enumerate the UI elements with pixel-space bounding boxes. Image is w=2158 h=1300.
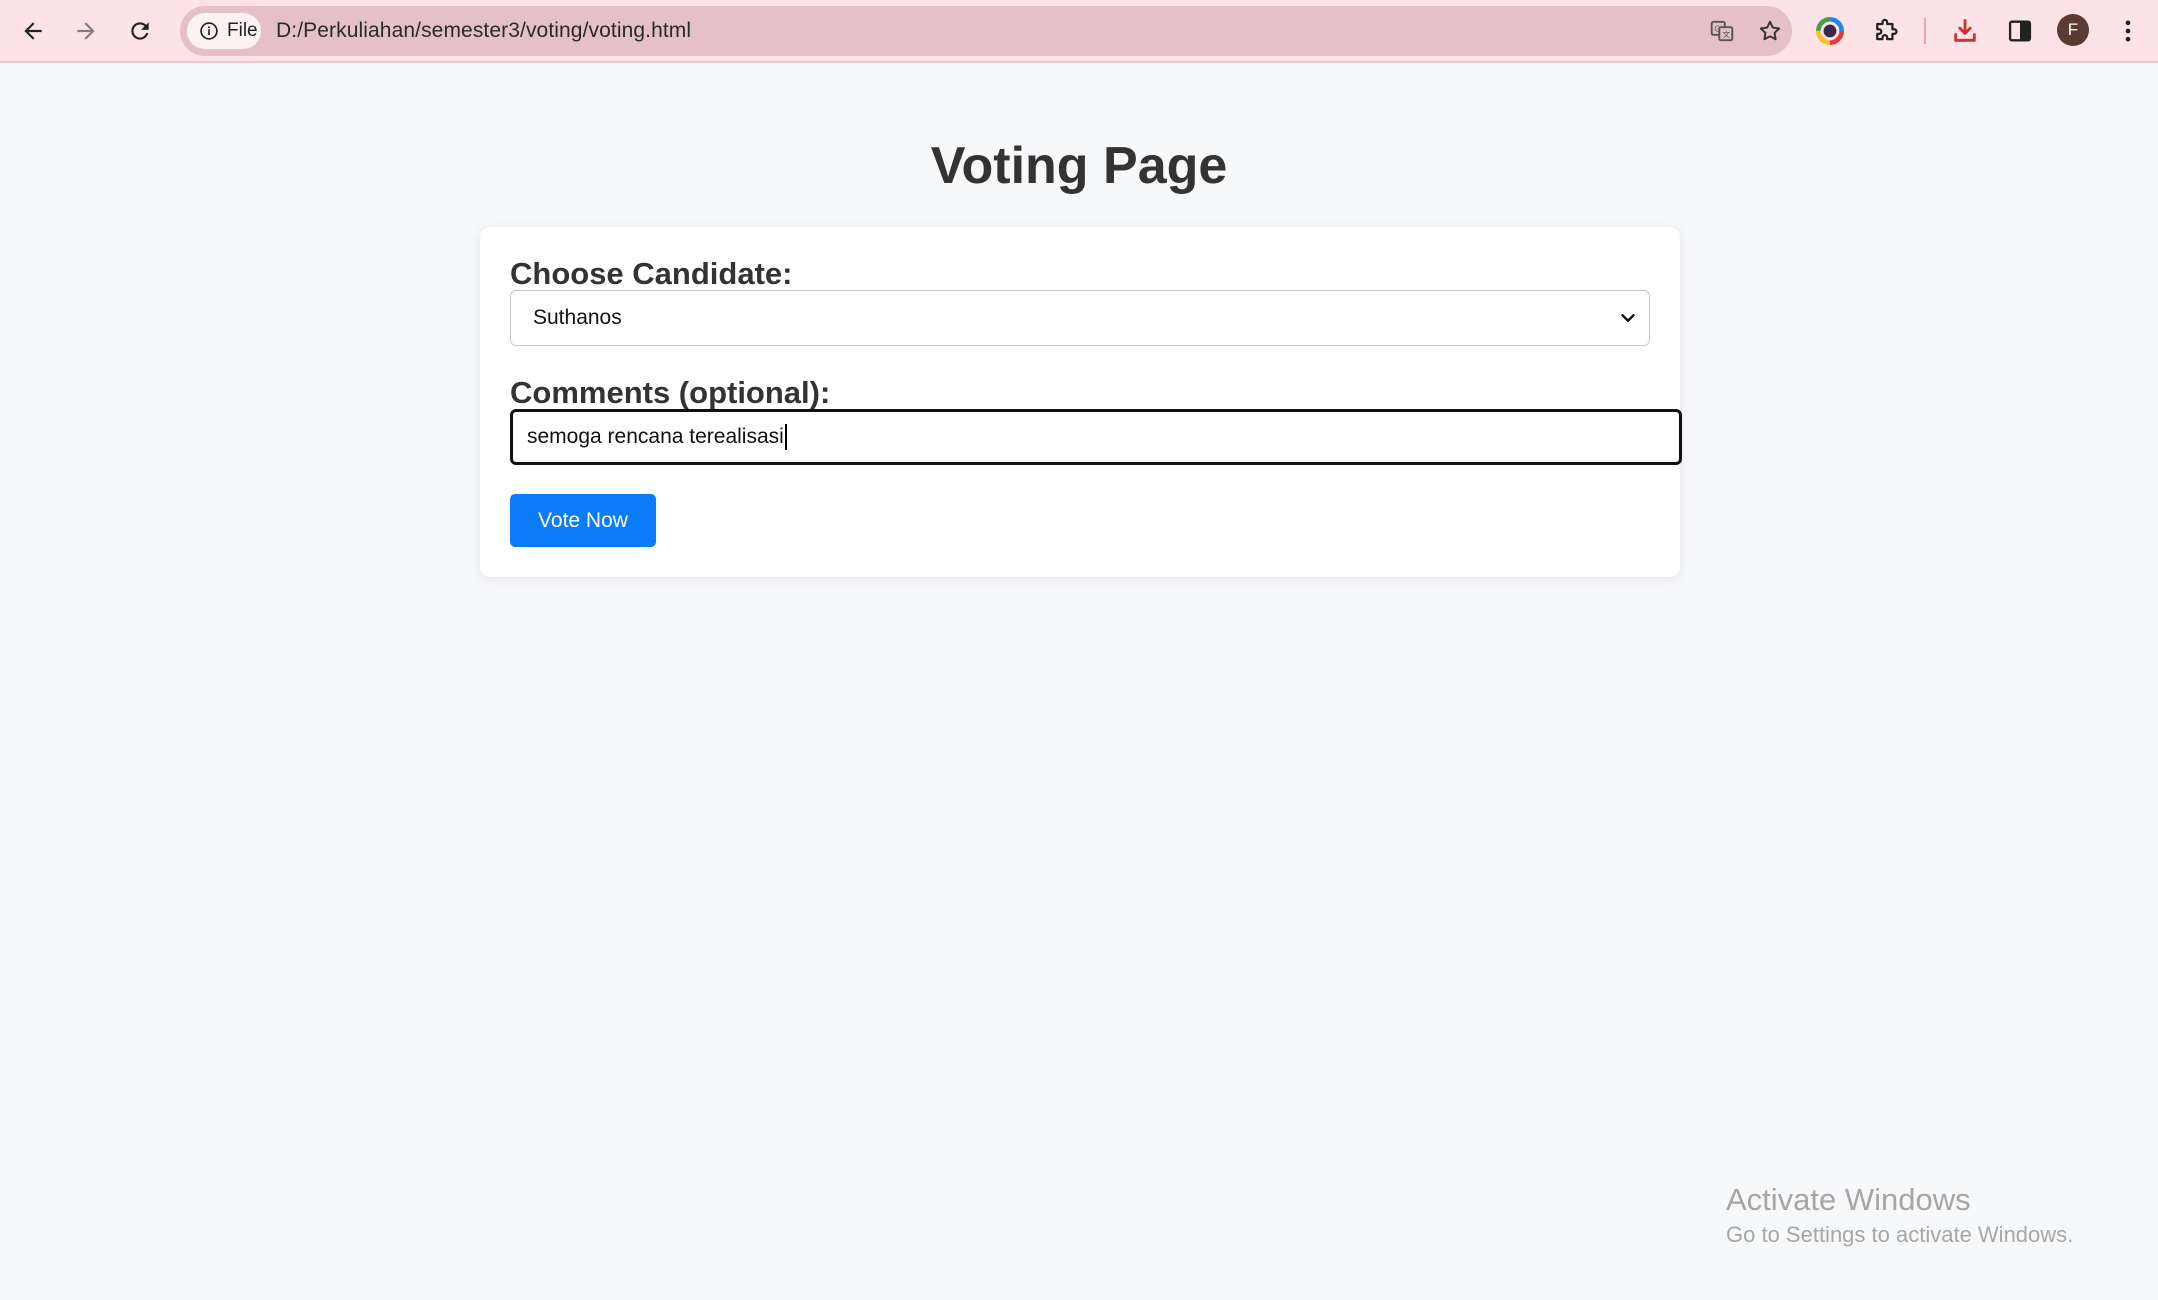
reload-icon <box>131 22 149 40</box>
bookmark-button[interactable] <box>1754 15 1786 47</box>
translate-button[interactable]: G文 <box>1706 15 1738 47</box>
color-extension-button[interactable] <box>1810 11 1850 51</box>
puzzle-icon <box>1876 18 1898 41</box>
page-title: Voting Page <box>930 137 1228 195</box>
vote-now-button[interactable]: Vote Now <box>510 494 656 547</box>
activation-watermark-title: Activate Windows <box>1726 1182 1971 1217</box>
back-button[interactable] <box>11 9 55 53</box>
extensions-button[interactable] <box>1866 11 1906 51</box>
browser-menu-button[interactable] <box>2108 11 2148 51</box>
forward-button[interactable] <box>64 9 108 53</box>
svg-text:G: G <box>1714 25 1720 34</box>
browser-toolbar: File D:/Perkuliahan/semester3/voting/vot… <box>0 0 2158 63</box>
downloads-button[interactable] <box>1945 11 1985 51</box>
address-bar[interactable]: File D:/Perkuliahan/semester3/voting/vot… <box>180 6 1792 56</box>
url-text[interactable]: D:/Perkuliahan/semester3/voting/voting.h… <box>276 6 691 56</box>
chevron-down-icon <box>1621 314 1635 322</box>
activation-watermark-subtitle: Go to Settings to activate Windows. <box>1726 1222 2074 1247</box>
comments-input[interactable]: semoga rencana terealisasi <box>510 409 1682 465</box>
side-panel-icon <box>2008 20 2032 42</box>
kebab-menu-icon <box>2125 20 2131 42</box>
side-panel-button[interactable] <box>2000 11 2040 51</box>
info-icon <box>200 22 218 40</box>
candidate-selected-value: Suthanos <box>533 306 622 329</box>
comments-input-value: semoga rencana terealisasi <box>527 425 784 448</box>
forward-arrow-icon <box>77 22 95 40</box>
translate-icon: G文 <box>1710 20 1734 42</box>
site-info-label: File <box>227 20 258 41</box>
color-wheel-icon <box>1816 17 1844 45</box>
svg-text:文: 文 <box>1723 29 1731 39</box>
candidate-label: Choose Candidate: <box>510 256 793 291</box>
site-info-chip[interactable]: File <box>187 13 261 49</box>
voting-form-card: Choose Candidate: Suthanos Comments (opt… <box>480 227 1682 577</box>
download-icon <box>1954 19 1976 42</box>
star-icon <box>1759 20 1781 41</box>
reload-button[interactable] <box>118 9 162 53</box>
profile-avatar[interactable]: F <box>2057 14 2089 46</box>
toolbar-separator <box>1924 18 1926 44</box>
candidate-select[interactable]: Suthanos <box>510 290 1650 346</box>
back-arrow-icon <box>24 22 42 40</box>
comments-label: Comments (optional): <box>510 375 831 410</box>
text-caret <box>784 424 787 451</box>
